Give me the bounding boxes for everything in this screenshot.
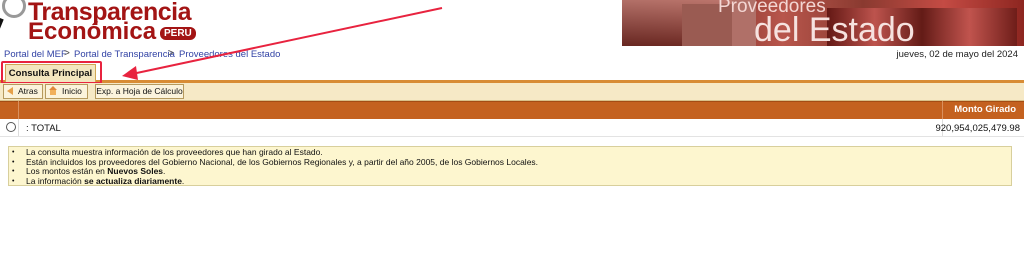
annotation-arrow-icon <box>122 7 443 80</box>
